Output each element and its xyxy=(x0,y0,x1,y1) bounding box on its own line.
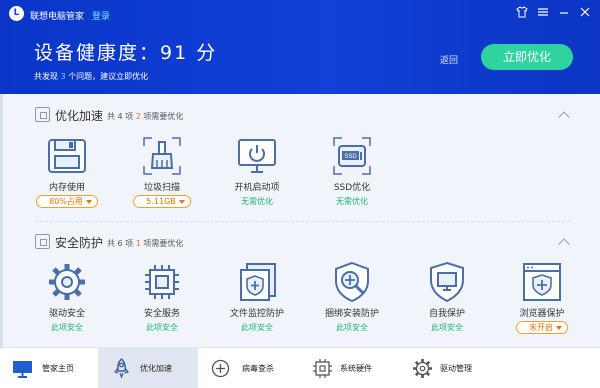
security-summary-count: 1 xyxy=(135,239,141,248)
item-memory-usage[interactable]: 内存使用 80%占用 xyxy=(22,134,112,208)
file-monitor-label: 文件监控防护 xyxy=(229,309,284,319)
speedup-summary: 共 4 项 2 项需要优化 xyxy=(107,111,183,122)
app-title: 联想电脑管家 xyxy=(30,12,85,22)
header-banner: L 联想电脑管家 登录 设备健康度： 91 分 共发现 3 个问题，建议立即优化… xyxy=(0,0,600,94)
speedup-section-header: 优化加速 共 4 项 2 项需要优化 xyxy=(35,107,335,123)
security-summary-suffix: 项需要优化 xyxy=(143,239,184,248)
menu-icon[interactable] xyxy=(536,6,550,20)
nav-virus-scan[interactable]: 病毒查杀 xyxy=(198,348,298,388)
file-monitor-status: 此项安全 xyxy=(241,323,273,332)
browser-shield-icon xyxy=(523,263,561,301)
startup-label: 开机启动项 xyxy=(234,183,280,193)
security-collapse-chevron-up-icon[interactable] xyxy=(558,236,570,248)
shield-search-icon xyxy=(335,261,369,303)
chip-outline-icon xyxy=(35,107,50,122)
broom-icon xyxy=(143,137,181,175)
back-link[interactable]: 返回 xyxy=(440,53,458,66)
login-link[interactable]: 登录 xyxy=(92,9,110,22)
speedup-summary-count: 2 xyxy=(135,112,141,121)
item-browser-protection[interactable]: 浏览器保护 未开启 xyxy=(497,260,587,334)
item-security-service[interactable]: 安全服务 此项安全 xyxy=(117,260,207,333)
browser-protection-label: 浏览器保护 xyxy=(519,309,565,319)
virus-scan-icon xyxy=(211,359,230,378)
monitor-power-icon xyxy=(238,139,276,173)
item-bundle-install[interactable]: 捆绑安装防护 此项安全 xyxy=(307,260,397,333)
security-title: 安全防护 xyxy=(55,236,104,250)
bottom-nav: 管家主页 优化加速 病毒查杀 系统硬件 驱动管理 xyxy=(0,347,600,388)
nav-virus-scan-label: 病毒查杀 xyxy=(242,364,274,373)
lenovo-logo-icon: L xyxy=(9,6,24,21)
issues-suffix: 个问题，建议立即优化 xyxy=(68,72,149,81)
ssd-icon: SSD xyxy=(333,137,371,175)
speedup-summary-suffix: 项需要优化 xyxy=(143,112,184,121)
driver-safety-status: 此项安全 xyxy=(51,323,83,332)
issues-count: 3 xyxy=(60,72,66,81)
memory-label: 内存使用 xyxy=(48,183,85,193)
bundle-install-status: 此项安全 xyxy=(336,323,368,332)
floppy-disk-icon xyxy=(48,139,86,173)
nav-speedup[interactable]: 优化加速 xyxy=(98,348,198,388)
close-icon[interactable] xyxy=(578,6,592,20)
driver-safety-label: 驱动安全 xyxy=(48,309,85,319)
junk-scan-label: 垃圾扫描 xyxy=(143,183,180,193)
security-section-header: 安全防护 共 6 项 1 项需要优化 xyxy=(35,234,335,250)
shirt-icon[interactable] xyxy=(515,6,529,20)
nav-home-label: 管家主页 xyxy=(42,364,74,373)
speedup-collapse-chevron-up-icon[interactable] xyxy=(558,109,570,121)
rocket-icon xyxy=(114,358,129,379)
item-file-monitor[interactable]: 文件监控防护 此项安全 xyxy=(212,260,302,333)
self-protection-label: 自我保护 xyxy=(428,309,465,319)
hardware-icon xyxy=(313,359,332,378)
monitor-icon xyxy=(13,361,32,378)
health-score: 91 分 xyxy=(160,42,218,64)
shield-stack-icon xyxy=(240,263,276,301)
item-driver-safety[interactable]: 驱动安全 此项安全 xyxy=(22,260,112,333)
gear-icon xyxy=(49,264,85,300)
browser-protection-dropdown[interactable]: 未开启 xyxy=(516,321,568,334)
junk-size-dropdown[interactable]: 5.11GB xyxy=(133,195,191,208)
health-label: 设备健康度： xyxy=(34,42,161,64)
security-service-status: 此项安全 xyxy=(146,323,178,332)
issues-summary: 共发现 3 个问题，建议立即优化 xyxy=(34,71,148,82)
item-startup[interactable]: 开机启动项 无需优化 xyxy=(212,134,302,207)
memory-usage-dropdown[interactable]: 80%占用 xyxy=(36,195,98,208)
nav-driver[interactable]: 驱动管理 xyxy=(398,348,498,388)
content-panel: 优化加速 共 4 项 2 项需要优化 内存使用 80%占用 垃圾扫描 5.11G… xyxy=(0,94,600,347)
nav-speedup-label: 优化加速 xyxy=(140,364,172,373)
driver-gear-icon xyxy=(413,359,432,378)
item-junk-scan[interactable]: 垃圾扫描 5.11GB xyxy=(117,134,207,208)
monitor-shield-icon xyxy=(430,261,464,303)
security-summary-prefix: 共 6 项 xyxy=(107,239,134,248)
security-summary: 共 6 项 1 项需要优化 xyxy=(107,238,183,249)
section-divider xyxy=(35,221,570,222)
nav-hardware[interactable]: 系统硬件 xyxy=(298,348,398,388)
nav-home[interactable]: 管家主页 xyxy=(0,348,98,388)
speedup-summary-prefix: 共 4 项 xyxy=(107,112,134,121)
bundle-install-label: 捆绑安装防护 xyxy=(324,309,379,319)
item-ssd[interactable]: SSD SSD优化 无需优化 xyxy=(307,134,397,207)
security-service-label: 安全服务 xyxy=(143,309,180,319)
nav-driver-label: 驱动管理 xyxy=(440,364,472,373)
chip-outline-icon xyxy=(35,234,50,249)
nav-hardware-label: 系统硬件 xyxy=(340,364,372,373)
speedup-title: 优化加速 xyxy=(55,109,104,123)
chip-icon xyxy=(145,265,179,299)
svg-text:SSD: SSD xyxy=(344,154,357,160)
startup-status: 无需优化 xyxy=(241,197,273,206)
ssd-label: SSD优化 xyxy=(333,183,371,193)
item-self-protection[interactable]: 自我保护 此项安全 xyxy=(402,260,492,333)
ssd-status: 无需优化 xyxy=(336,197,368,206)
optimize-now-button[interactable]: 立即优化 xyxy=(481,44,573,70)
minimize-icon[interactable] xyxy=(557,6,571,20)
self-protection-status: 此项安全 xyxy=(431,323,463,332)
issues-prefix: 共发现 xyxy=(34,72,58,81)
